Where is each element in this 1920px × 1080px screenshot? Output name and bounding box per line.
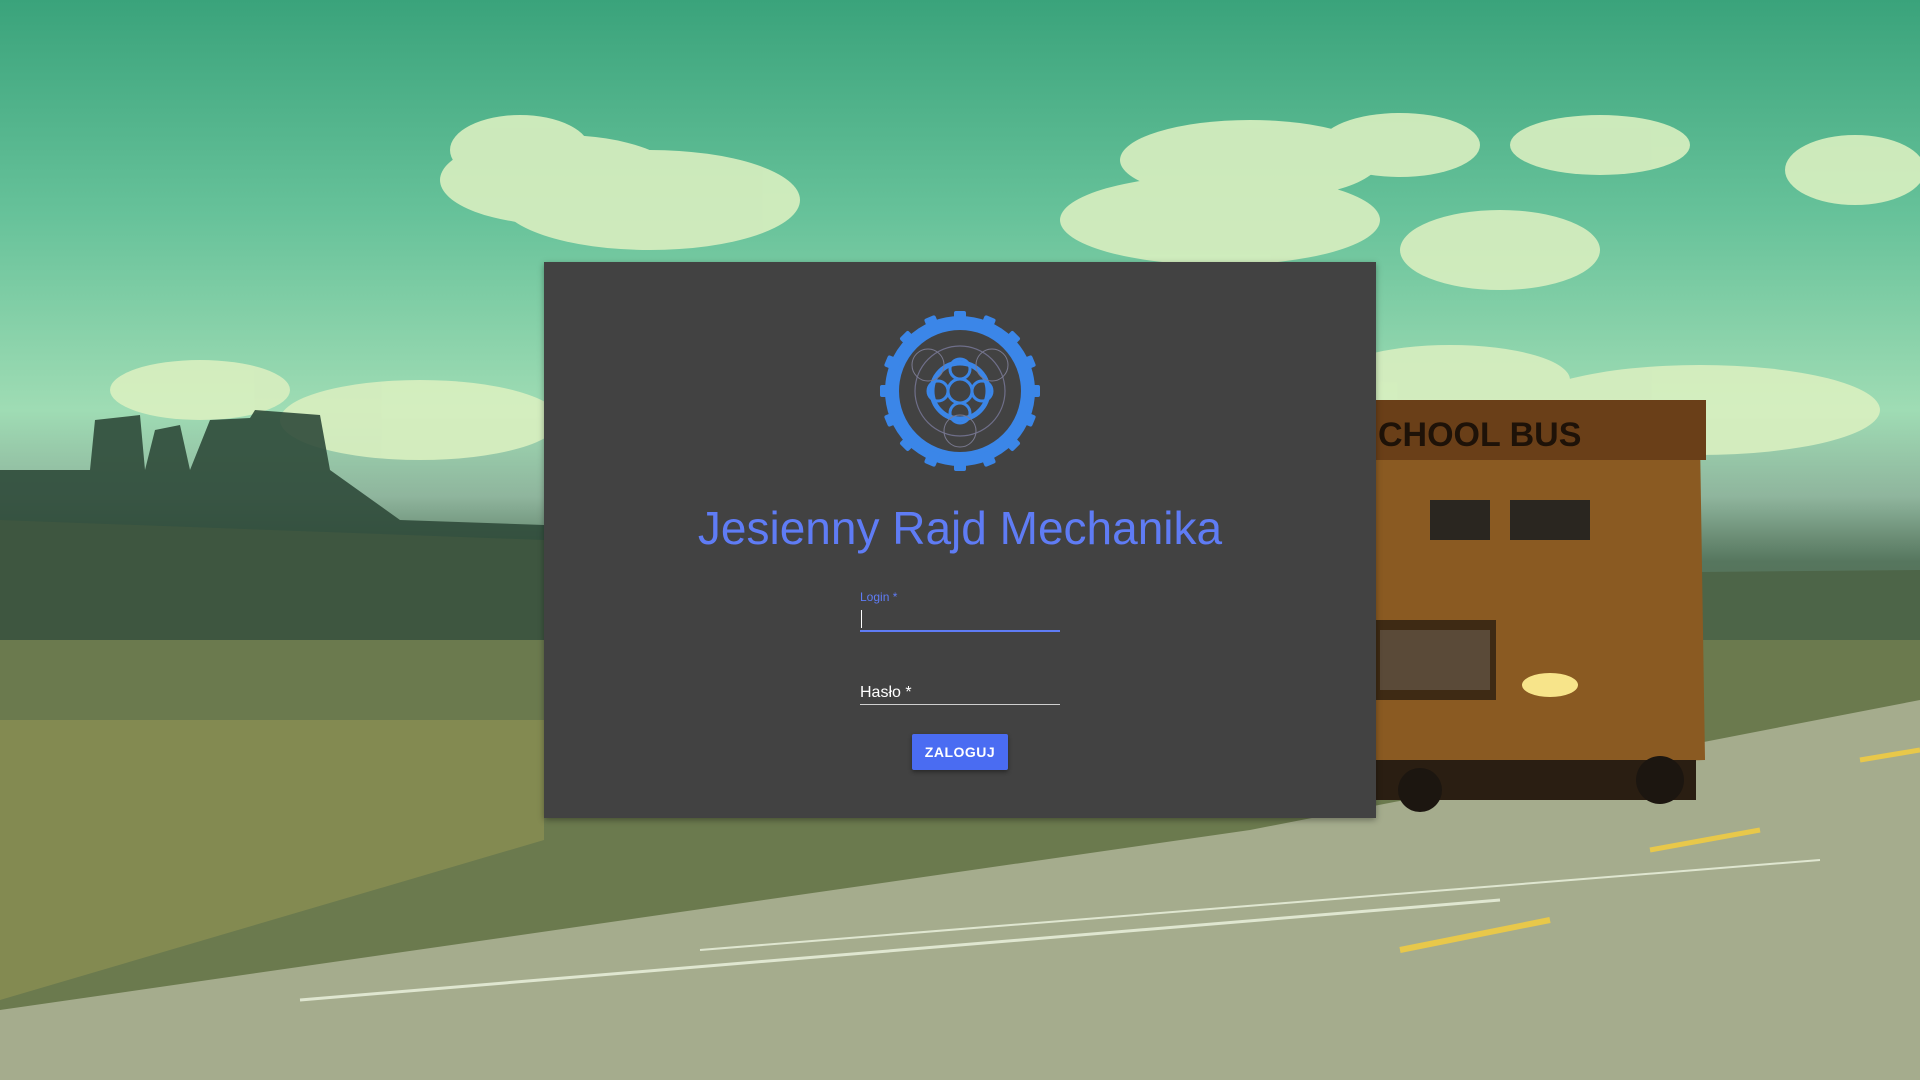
text-caret	[861, 610, 862, 628]
login-field-label: Login *	[860, 590, 898, 604]
gears-logo-icon	[880, 311, 1040, 471]
login-button[interactable]: ZALOGUJ	[912, 734, 1008, 770]
password-field[interactable]: Hasło *	[860, 668, 1060, 706]
login-field[interactable]: Login *	[860, 590, 1060, 632]
login-input[interactable]	[860, 604, 1060, 630]
login-field-underline	[860, 630, 1060, 632]
password-input[interactable]	[860, 678, 1060, 704]
svg-text:CHOOL BUS: CHOOL BUS	[1378, 416, 1581, 454]
password-field-underline	[860, 704, 1060, 705]
app-title: Jesienny Rajd Mechanika	[697, 502, 1223, 554]
